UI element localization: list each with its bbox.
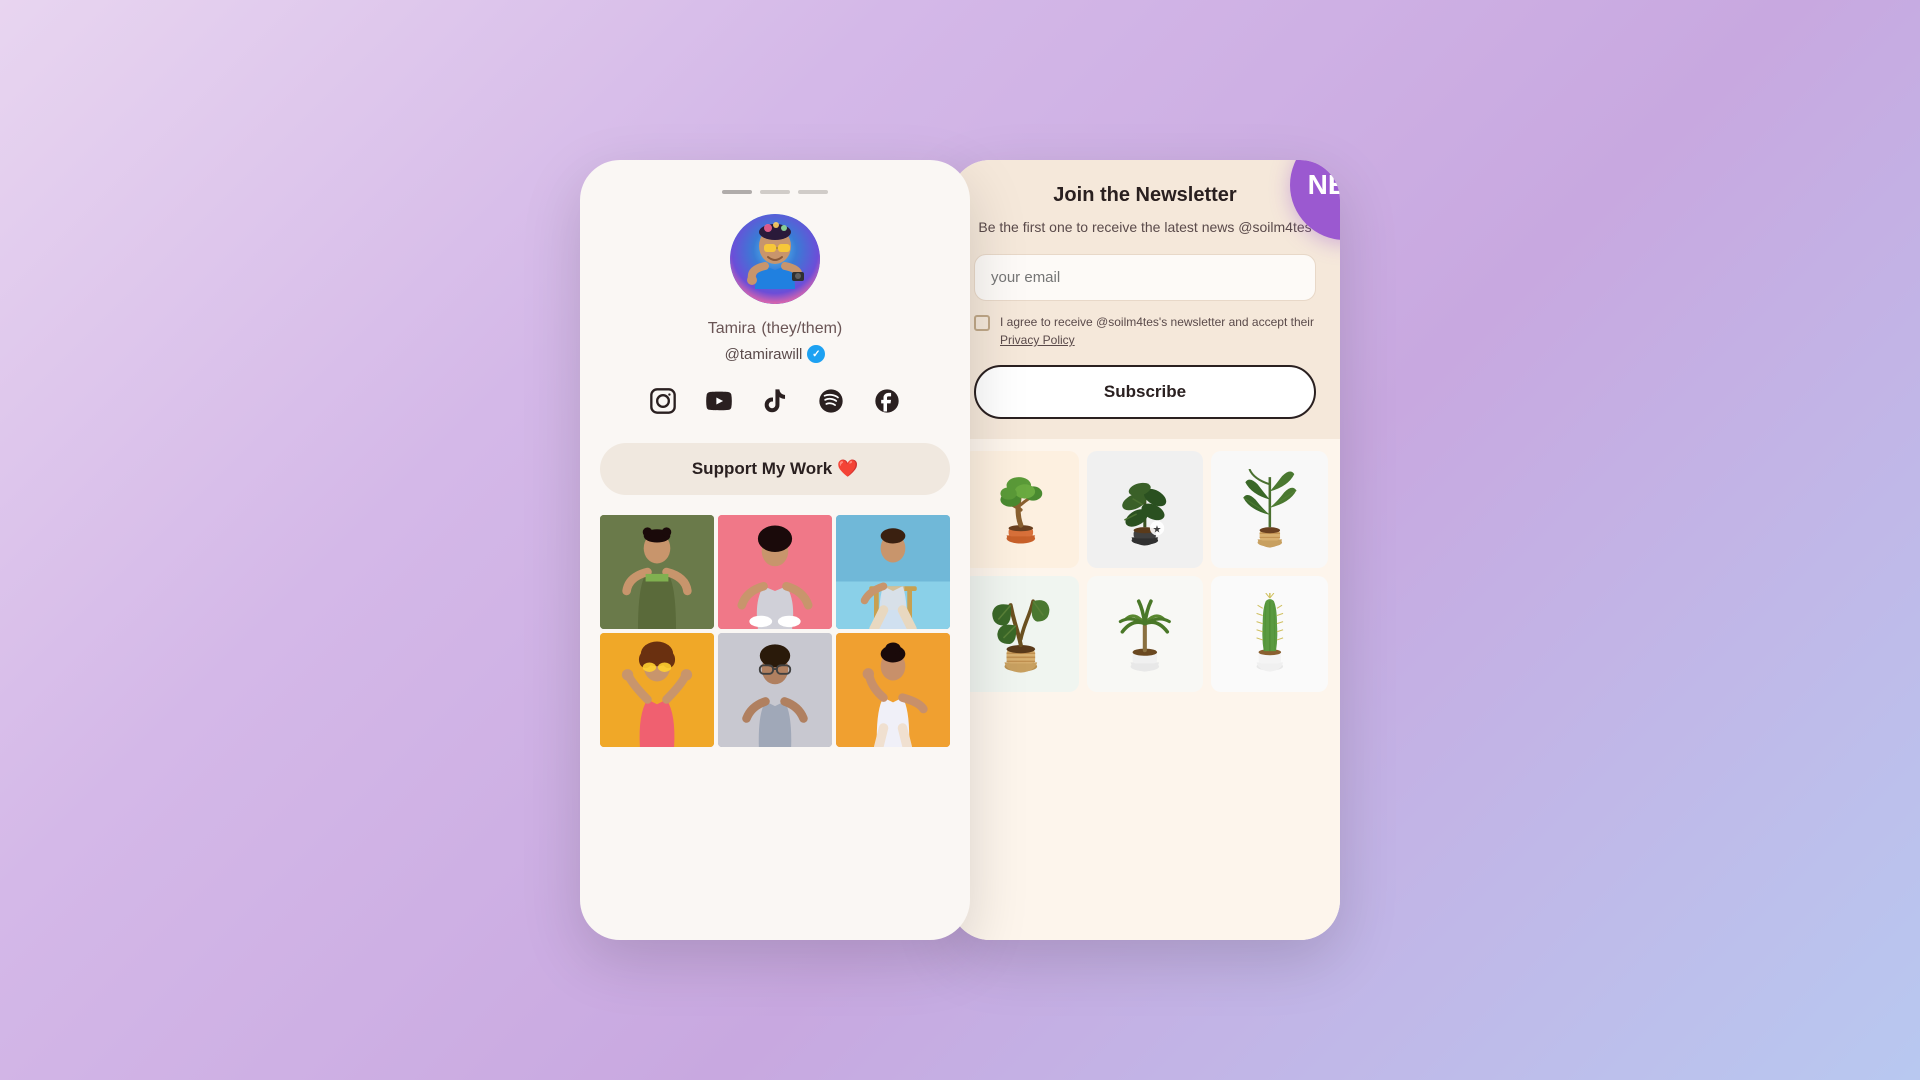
plant-5[interactable] <box>1087 576 1204 693</box>
facebook-icon[interactable] <box>869 383 905 419</box>
photo-3[interactable] <box>836 515 950 629</box>
newsletter-section: Join the Newsletter Be the first one to … <box>950 160 1340 439</box>
dot-2 <box>760 190 790 194</box>
dot-1 <box>722 190 752 194</box>
plants-grid: ★ <box>962 451 1328 692</box>
support-label: Support My Work ❤️ <box>692 459 858 479</box>
photo-6[interactable] <box>836 633 950 747</box>
photo-2[interactable] <box>718 515 832 629</box>
svg-text:★: ★ <box>1153 524 1162 535</box>
spotify-icon[interactable] <box>813 383 849 419</box>
social-icons <box>645 383 905 419</box>
tall-plant-svg <box>1229 469 1311 551</box>
verified-badge: ✓ <box>807 345 825 363</box>
dot-3 <box>798 190 828 194</box>
newsletter-title: Join the Newsletter <box>974 184 1316 207</box>
plant-3[interactable] <box>1211 451 1328 568</box>
pronouns-text: (they/them) <box>761 320 842 337</box>
subscribe-label: Subscribe <box>1104 382 1186 401</box>
avatar <box>730 214 820 304</box>
photo-5[interactable] <box>718 633 832 747</box>
plant-6[interactable] <box>1211 576 1328 693</box>
profile-name: Tamira (they/them) <box>708 316 843 339</box>
agree-checkbox[interactable] <box>974 315 990 331</box>
subscribe-button[interactable]: Subscribe <box>974 365 1316 419</box>
name-text: Tamira <box>708 320 756 337</box>
avatar-svg <box>730 214 820 304</box>
phone-dots <box>722 190 828 194</box>
support-button[interactable]: Support My Work ❤️ <box>600 443 950 495</box>
email-input[interactable] <box>974 254 1316 301</box>
newsletter-description: Be the first one to receive the latest n… <box>974 217 1316 238</box>
privacy-policy-link[interactable]: Privacy Policy <box>1000 333 1075 347</box>
tiktok-icon[interactable] <box>757 383 793 419</box>
photo-4[interactable] <box>600 633 714 747</box>
rubber-plant-svg: ★ <box>1104 469 1186 551</box>
fiddle-leaf-svg <box>980 593 1062 675</box>
plant-2[interactable]: ★ <box>1087 451 1204 568</box>
bonsai-plant-svg <box>980 469 1062 551</box>
plant-4[interactable] <box>962 576 1079 693</box>
cactus-svg <box>1229 593 1311 675</box>
newsletter-phone: NEW! Join the Newsletter Be the first on… <box>950 160 1340 940</box>
checkbox-label: I agree to receive @soilm4tes's newslett… <box>1000 313 1316 349</box>
profile-handle: @tamirawill ✓ <box>725 345 826 363</box>
handle-text: @tamirawill <box>725 346 803 363</box>
checkbox-row: I agree to receive @soilm4tes's newslett… <box>974 313 1316 349</box>
new-badge-text: NEW! <box>1308 169 1340 201</box>
plants-section: ★ <box>950 439 1340 940</box>
phones-container: Tamira (they/them) @tamirawill ✓ <box>580 160 1340 940</box>
profile-phone: Tamira (they/them) @tamirawill ✓ <box>580 160 970 940</box>
avatar-image <box>730 214 820 304</box>
dracaena-svg <box>1104 593 1186 675</box>
photo-1[interactable] <box>600 515 714 629</box>
youtube-icon[interactable] <box>701 383 737 419</box>
instagram-icon[interactable] <box>645 383 681 419</box>
photo-grid <box>600 515 950 747</box>
plant-1[interactable] <box>962 451 1079 568</box>
